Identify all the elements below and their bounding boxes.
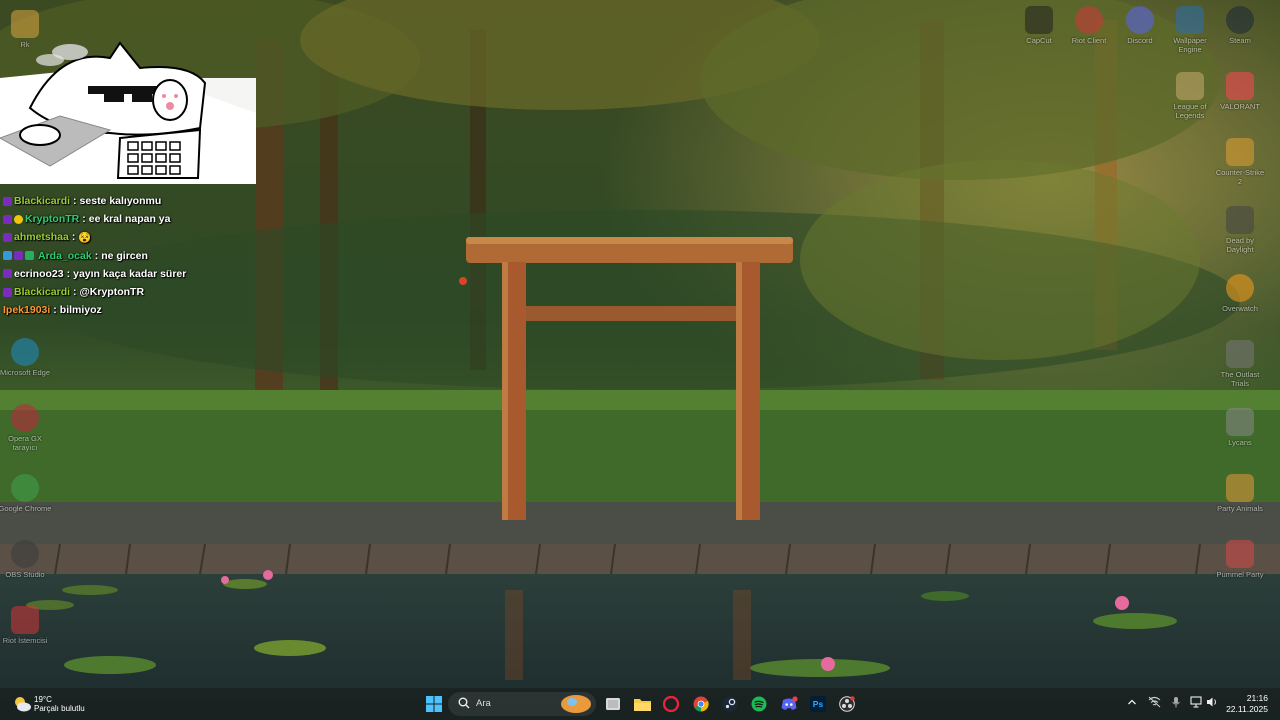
league-icon xyxy=(1176,72,1204,100)
chat-message: Blackicardi: seste kalıyonmu xyxy=(3,192,303,210)
search-highlight-icon xyxy=(561,695,591,713)
steam-icon xyxy=(722,696,738,712)
valorant-icon xyxy=(1226,72,1254,100)
chat-message: Ipek1903i: bilmiyoz xyxy=(3,304,102,317)
sub-badge-icon xyxy=(3,269,12,279)
riot-icon xyxy=(11,606,39,634)
desktop-icon-cs2[interactable]: Counter-Strike 2 xyxy=(1213,138,1267,186)
desktop-icon-riot-client[interactable]: Riot Client xyxy=(1062,6,1116,45)
desktop-icon-outlast[interactable]: The Outlast Trials xyxy=(1213,340,1267,388)
gift-badge-icon xyxy=(14,214,23,224)
desktop-icon-league[interactable]: League of Legends xyxy=(1163,72,1217,120)
obs-icon xyxy=(839,696,855,712)
task-view-button[interactable] xyxy=(604,695,622,713)
overwatch-icon xyxy=(1226,274,1254,302)
desktop-icon-chrome[interactable]: Google Chrome xyxy=(0,474,52,513)
show-hidden-icons-button[interactable] xyxy=(1127,697,1137,710)
chat-message: ahmetshaa: 😵 xyxy=(3,228,303,246)
sub-badge-icon xyxy=(14,251,23,261)
volume-control[interactable] xyxy=(1206,696,1219,711)
display-status[interactable] xyxy=(1190,696,1203,711)
sub-badge-icon xyxy=(3,232,12,242)
pummel-party-icon xyxy=(1226,540,1254,568)
chat-message: KryptonTR: ee kral napan ya xyxy=(3,210,303,228)
network-disconnected-icon xyxy=(1148,696,1161,708)
start-button[interactable] xyxy=(425,695,443,713)
party-animals-icon xyxy=(1226,474,1254,502)
discord-icon xyxy=(781,696,798,710)
task-view-icon xyxy=(606,698,620,710)
dbd-icon xyxy=(1226,206,1254,234)
desktop-icon-overwatch[interactable]: Overwatch xyxy=(1213,274,1267,313)
desktop-icon-opera-gx[interactable]: Opera GX tarayıcı xyxy=(0,404,52,452)
chat-message: Arda_ocak: ne gircen xyxy=(3,247,303,265)
edge-icon xyxy=(11,338,39,366)
photoshop-icon: Ps xyxy=(810,696,826,712)
weather-widget[interactable]: 19°C Parçalı bulutlu xyxy=(12,694,85,714)
folder-icon xyxy=(11,10,39,38)
speaker-icon xyxy=(1207,697,1216,707)
partly-cloudy-icon xyxy=(15,697,31,712)
sub-badge-icon xyxy=(3,287,12,297)
clock-date: 22.11.2025 xyxy=(1226,704,1268,714)
capcut-icon xyxy=(1025,6,1053,34)
spotify-taskbar-button[interactable] xyxy=(750,695,768,713)
taskbar-search-box[interactable]: Ara xyxy=(448,692,596,716)
opera-gx-icon xyxy=(11,404,39,432)
desktop-icon-obs[interactable]: OBS Studio xyxy=(0,540,52,579)
search-icon xyxy=(458,697,470,709)
obs-taskbar-button[interactable] xyxy=(838,695,856,713)
moderator-badge-icon xyxy=(3,251,12,261)
desktop-icon-riot-istemcisi[interactable]: Riot İstemcisi xyxy=(0,606,52,645)
weather-temperature: 19°C xyxy=(34,695,52,704)
chat-message: ecrinoo23: yayın kaça kadar sürer xyxy=(3,265,303,283)
sub-badge-icon xyxy=(3,196,12,206)
steam-taskbar-button[interactable] xyxy=(721,695,739,713)
desktop-icon-party-animals[interactable]: Party Animals xyxy=(1213,474,1267,513)
desktop-icon-valorant[interactable]: VALORANT xyxy=(1213,72,1267,111)
outlast-icon xyxy=(1226,340,1254,368)
stream-chat-overlay: Blackicardi: seste kalıyonmu KryptonTR: … xyxy=(3,192,303,319)
discord-icon xyxy=(1126,6,1154,34)
desktop-icon-lycans[interactable]: Lycans xyxy=(1213,408,1267,447)
windows-icon xyxy=(426,696,442,712)
desktop-icon-dbd[interactable]: Dead by Daylight xyxy=(1213,206,1267,254)
desktop-icon-pummel-party[interactable]: Pummel Party xyxy=(1213,540,1267,579)
clock[interactable]: 21:16 22.11.2025 xyxy=(1222,693,1268,715)
file-explorer-button[interactable] xyxy=(633,695,651,713)
desktop-icon-wallpaper-engine[interactable]: Wallpaper Engine xyxy=(1163,6,1217,54)
desktop-icon-edge[interactable]: Microsoft Edge xyxy=(0,338,52,377)
lycans-icon xyxy=(1226,408,1254,436)
opera-gx-icon xyxy=(663,696,679,712)
weather-description: Parçalı bulutlu xyxy=(34,704,85,713)
chrome-icon xyxy=(11,474,39,502)
discord-taskbar-button[interactable] xyxy=(780,695,798,713)
cs2-icon xyxy=(1226,138,1254,166)
wallpaper-engine-icon xyxy=(1176,6,1204,34)
verified-badge-icon xyxy=(25,251,34,261)
desktop-icon-capcut[interactable]: CapCut xyxy=(1012,6,1066,45)
microphone-status[interactable] xyxy=(1170,696,1182,711)
chat-message: Blackicardi: @KryptonTR xyxy=(3,283,303,301)
bongo-cat-overlay xyxy=(0,41,256,184)
chrome-taskbar-button[interactable] xyxy=(692,695,710,713)
photoshop-taskbar-button[interactable]: Ps xyxy=(809,695,827,713)
file-explorer-icon xyxy=(633,699,651,711)
spotify-icon xyxy=(751,696,767,712)
monitor-icon xyxy=(1190,696,1202,708)
chevron-up-icon xyxy=(1128,699,1136,705)
network-status[interactable] xyxy=(1148,696,1161,711)
clock-time: 21:16 xyxy=(1246,693,1268,703)
desktop-icon-steam[interactable]: Steam xyxy=(1213,6,1267,45)
desktop-icon-discord[interactable]: Discord xyxy=(1113,6,1167,45)
microphone-icon xyxy=(1172,697,1180,708)
steam-icon xyxy=(1226,6,1254,34)
chrome-icon xyxy=(693,696,709,712)
riot-client-icon xyxy=(1075,6,1103,34)
obs-icon xyxy=(11,540,39,568)
opera-gx-taskbar-button[interactable] xyxy=(662,695,680,713)
sub-badge-icon xyxy=(3,214,12,224)
